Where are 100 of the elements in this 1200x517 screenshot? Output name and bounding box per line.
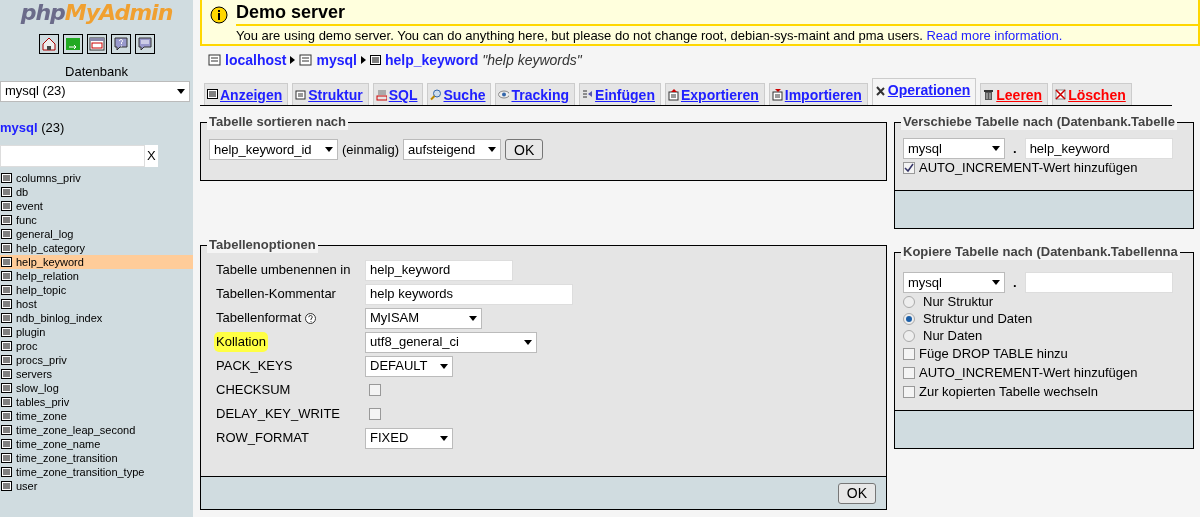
tools-icon (874, 84, 886, 97)
checkbox-label: AUTO_INCREMENT-Wert hinzufügen (919, 158, 1138, 177)
table-name-field[interactable]: help_keyword (1024, 138, 1173, 159)
table-list-item[interactable]: user (0, 478, 193, 493)
panel-title: Tabellenoptionen (207, 237, 318, 253)
panel-title: Kopiere Tabelle nach (Datenbank.Tabellenna (901, 244, 1180, 260)
select-field[interactable]: utf8_general_ci (365, 331, 537, 353)
checkbox[interactable] (903, 385, 915, 398)
delete-icon (1055, 89, 1067, 101)
checkbox[interactable] (369, 408, 381, 420)
table-icon (1, 186, 12, 197)
table-list-item[interactable]: db (0, 184, 193, 199)
server-icon (208, 54, 221, 66)
table-icon (1, 480, 12, 491)
table-icon (1, 312, 12, 323)
table-list-item[interactable]: time_zone_transition (0, 450, 193, 465)
tab[interactable]: Exportieren (664, 83, 765, 105)
table-icon (1, 270, 12, 281)
breadcrumb-link[interactable]: help_keyword (384, 49, 479, 71)
panel-title: Tabelle sortieren nach (207, 114, 349, 130)
ok-button[interactable]: OK (837, 482, 876, 504)
trash-can-icon (983, 89, 995, 101)
read-more-link[interactable]: Read more information. (926, 28, 1063, 43)
table-list-item[interactable]: slow_log (0, 380, 193, 395)
option-label: Tabelle umbenennen in (216, 261, 351, 280)
table-list-item[interactable]: proc (0, 338, 193, 353)
exit-button[interactable] (62, 34, 83, 54)
table-list-item[interactable]: help_relation (0, 268, 193, 283)
structure-icon (295, 89, 307, 101)
separator: . (1013, 139, 1017, 158)
breadcrumb-link[interactable]: mysql (316, 49, 357, 71)
option-label: ROW_FORMAT (216, 429, 309, 448)
search-icon (430, 89, 442, 101)
checkbox-label: Füge DROP TABLE hinzu (919, 344, 1068, 363)
table-list-item[interactable]: columns_priv (0, 170, 193, 185)
checkbox[interactable] (903, 161, 915, 174)
query-window-button[interactable] (134, 34, 155, 54)
table-list-item[interactable]: help_category (0, 240, 193, 255)
table-icon (1, 368, 12, 379)
table-list-item[interactable]: plugin (0, 324, 193, 339)
order-select[interactable]: aufsteigend (403, 139, 502, 160)
table-icon (1, 382, 12, 393)
help-button[interactable] (110, 34, 131, 54)
radio-button[interactable] (903, 312, 915, 325)
table-comment: "help keywords" (482, 50, 582, 70)
database-select[interactable]: mysql (903, 272, 1005, 293)
select-field[interactable]: FIXED (365, 427, 453, 449)
database-link[interactable]: mysql (0, 119, 38, 135)
tab[interactable]: Importieren (768, 83, 868, 105)
table-icon (1, 424, 12, 435)
table-list-item[interactable]: time_zone (0, 408, 193, 423)
table-icon (1, 340, 12, 351)
table-name-field[interactable] (1024, 272, 1173, 293)
table-list-item[interactable]: event (0, 198, 193, 213)
sql-window-button[interactable] (86, 34, 107, 54)
clear-filter-button[interactable]: X (145, 144, 158, 167)
table-list-item[interactable]: help_keyword (0, 254, 193, 269)
notice-text: You are using demo server. You can do anything here, but please do not change root, debian-sys-maint and pma users. Read more information. (236, 27, 1064, 45)
table-list-item[interactable]: time_zone_name (0, 436, 193, 451)
radio-button[interactable] (903, 329, 915, 342)
radio-button[interactable] (903, 295, 915, 308)
table-list-item[interactable]: host (0, 296, 193, 311)
table-list-item[interactable]: time_zone_leap_second (0, 422, 193, 437)
ok-button[interactable]: OK (505, 139, 544, 160)
table-list-item[interactable]: procs_priv (0, 352, 193, 367)
checkbox[interactable] (903, 347, 915, 360)
table-list-item[interactable]: time_zone_transition_type (0, 464, 193, 479)
caret-icon (360, 56, 366, 64)
column-select[interactable]: help_keyword_id (209, 139, 338, 160)
table-icon (369, 55, 381, 65)
checkbox[interactable] (903, 366, 915, 379)
insert-icon (582, 89, 594, 101)
tab[interactable]: Tracking (495, 83, 576, 105)
select-field[interactable]: MyISAM (365, 307, 482, 329)
table-list-item[interactable]: help_topic (0, 282, 193, 297)
filter-field[interactable] (0, 144, 145, 167)
text-field[interactable]: help keywords (365, 283, 573, 305)
table-icon (1, 200, 12, 211)
table-list-item[interactable]: func (0, 212, 193, 227)
table-list-item[interactable]: general_log (0, 226, 193, 241)
tab[interactable]: Struktur (292, 83, 369, 105)
table-list-item[interactable]: ndb_binlog_index (0, 310, 193, 325)
checkbox[interactable] (369, 384, 381, 396)
tab[interactable]: Einfügen (579, 83, 661, 105)
database-select[interactable]: mysql (23) (0, 80, 190, 102)
tab[interactable]: Suche (427, 83, 492, 105)
table-icon (1, 242, 12, 253)
tab[interactable]: SQL (372, 83, 424, 105)
table-icon (207, 89, 218, 101)
home-button[interactable] (38, 34, 59, 54)
table-icon (1, 396, 12, 407)
tab[interactable]: Operationen (871, 78, 977, 105)
database-select[interactable]: mysql (903, 138, 1005, 159)
select-field[interactable]: DEFAULT (365, 355, 453, 377)
text-field[interactable]: help_keyword (365, 259, 513, 281)
table-list-item[interactable]: tables_priv (0, 394, 193, 409)
breadcrumb-link[interactable]: localhost (225, 49, 287, 71)
table-list-item[interactable]: servers (0, 366, 193, 381)
tab[interactable]: Anzeigen (204, 83, 289, 105)
database-query-icon (375, 89, 387, 101)
